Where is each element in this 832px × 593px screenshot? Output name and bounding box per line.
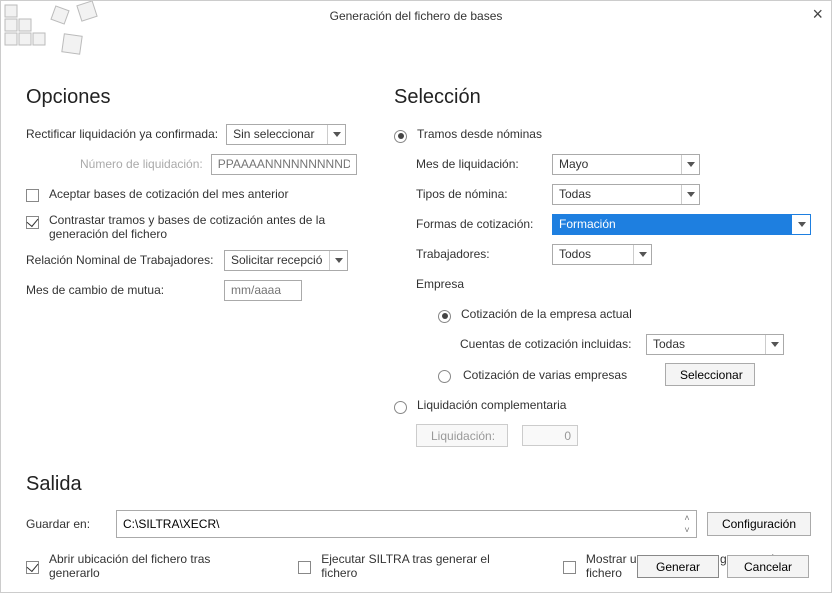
aceptar-bases-label: Aceptar bases de cotización del mes ante… [49,187,288,201]
seleccion-heading: Selección [394,86,811,109]
cancelar-button[interactable]: Cancelar [727,555,809,578]
cotizacion-actual-label: Cotización de la empresa actual [461,307,632,321]
abrir-ubicacion-label: Abrir ubicación del fichero tras generar… [49,552,262,580]
cotizacion-varias-radio[interactable] [438,370,451,383]
trabajadores-combobox[interactable]: Todos [552,244,652,265]
formas-cotizacion-label: Formas de cotización: [416,217,544,231]
trabajadores-value: Todos [559,247,591,261]
numero-liquidacion-label: Número de liquidación: [80,157,203,171]
formas-cotizacion-value: Formación [559,217,616,231]
relacion-nominal-label: Relación Nominal de Trabajadores: [26,253,216,267]
tramos-nominas-label: Tramos desde nóminas [417,127,542,141]
chevron-down-icon [681,155,699,174]
chevron-down-icon [327,125,345,144]
mes-cambio-input[interactable] [224,280,302,301]
chevron-down-icon [765,335,783,354]
contrastar-checkbox[interactable] [26,216,39,229]
generar-button[interactable]: Generar [637,555,719,578]
formas-cotizacion-combobox[interactable]: Formación [552,214,811,235]
window-title: Generación del fichero de bases [330,9,503,23]
cuentas-incluidas-label: Cuentas de cotización incluidas: [460,337,638,351]
cotizacion-varias-label: Cotización de varias empresas [463,368,659,382]
cuentas-incluidas-combobox[interactable]: Todas [646,334,784,355]
ejecutar-siltra-checkbox[interactable] [298,561,311,574]
mostrar-resumen-checkbox[interactable] [563,561,576,574]
chevron-down-icon [681,185,699,204]
liquidacion-button: Liquidación: [416,424,508,447]
path-down-icon[interactable]: ˅ [679,524,695,535]
tramos-nominas-radio[interactable] [394,130,407,143]
salida-heading: Salida [26,473,811,496]
cotizacion-actual-radio[interactable] [438,310,451,323]
seleccionar-button[interactable]: Seleccionar [665,363,755,386]
mes-liquidacion-value: Mayo [559,157,588,171]
tipos-nomina-combobox[interactable]: Todas [552,184,700,205]
chevron-down-icon [792,215,810,234]
guardar-label: Guardar en: [26,517,106,531]
contrastar-label: Contrastar tramos y bases de cotización … [49,213,349,241]
rectificar-label: Rectificar liquidación ya confirmada: [26,127,218,141]
mes-liquidacion-label: Mes de liquidación: [416,157,544,171]
empresa-label: Empresa [416,277,464,291]
tipos-nomina-value: Todas [559,187,591,201]
ejecutar-siltra-label: Ejecutar SILTRA tras generar el fichero [321,552,527,580]
relacion-nominal-value: Solicitar recepció [231,253,322,267]
relacion-nominal-combobox[interactable]: Solicitar recepció [224,250,348,271]
aceptar-bases-checkbox[interactable] [26,189,39,202]
path-up-icon[interactable]: ˄ [679,512,695,523]
tipos-nomina-label: Tipos de nómina: [416,187,544,201]
opciones-heading: Opciones [26,86,366,109]
mes-liquidacion-combobox[interactable]: Mayo [552,154,700,175]
trabajadores-label: Trabajadores: [416,247,544,261]
close-icon[interactable]: × [812,5,823,23]
liquidacion-number: 0 [522,425,578,446]
rectificar-value: Sin seleccionar [233,127,314,141]
rectificar-combobox[interactable]: Sin seleccionar [226,124,346,145]
mes-cambio-label: Mes de cambio de mutua: [26,283,216,297]
guardar-path-input[interactable] [116,510,697,538]
chevron-down-icon [329,251,347,270]
liquidacion-complementaria-label: Liquidación complementaria [417,398,566,412]
abrir-ubicacion-checkbox[interactable] [26,561,39,574]
configuracion-button[interactable]: Configuración [707,512,811,536]
cuentas-incluidas-value: Todas [653,337,685,351]
numero-liquidacion-input [211,154,357,175]
liquidacion-complementaria-radio[interactable] [394,401,407,414]
chevron-down-icon [633,245,651,264]
